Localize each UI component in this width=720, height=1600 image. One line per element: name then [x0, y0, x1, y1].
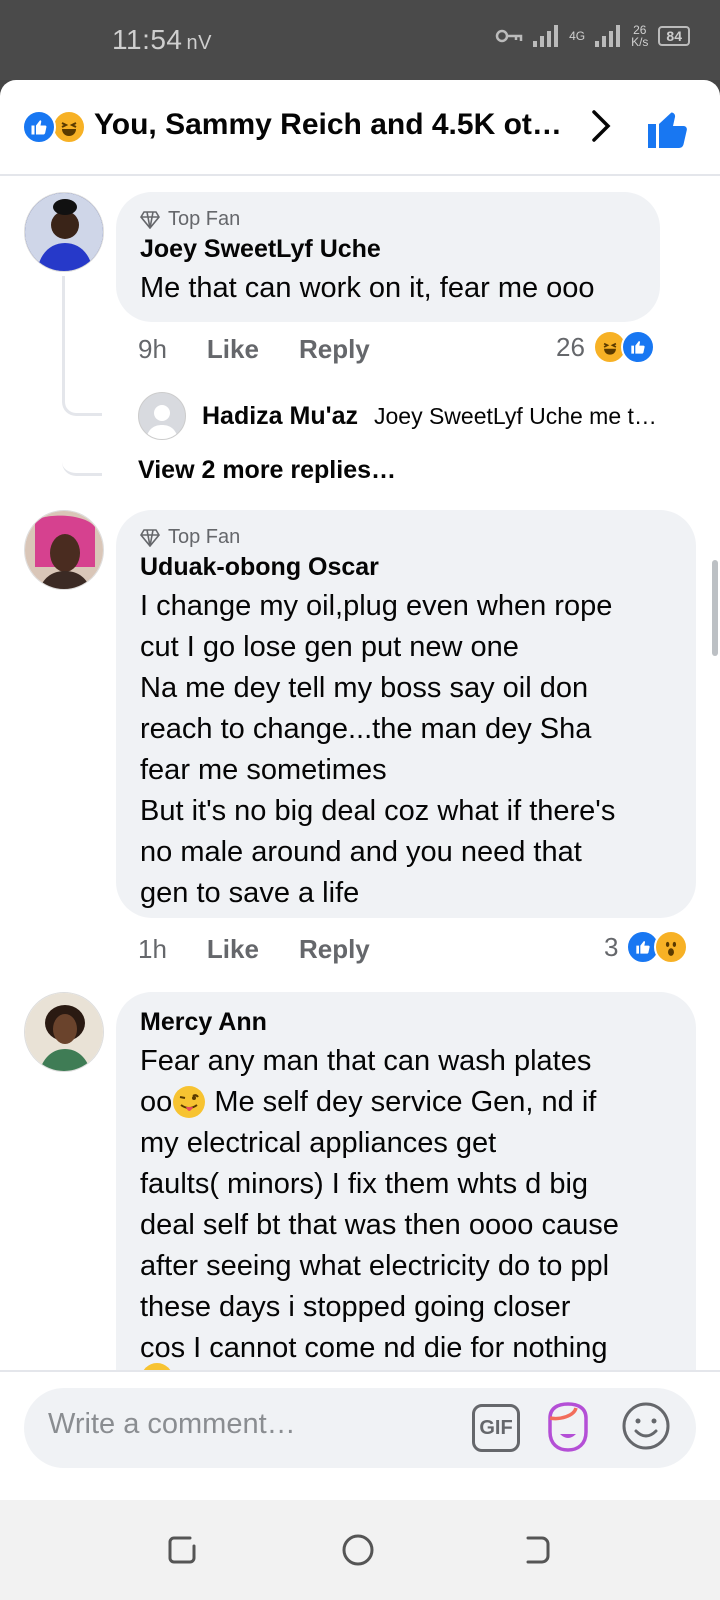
thread-line — [62, 378, 102, 476]
like-button-icon[interactable] — [644, 104, 692, 152]
comment-list: Top Fan Joey SweetLyf Uche Me that can w… — [0, 178, 720, 1378]
like-action[interactable]: Like — [207, 934, 259, 965]
default-avatar-icon — [138, 392, 186, 440]
reply-action[interactable]: Reply — [299, 934, 370, 965]
emoji-icon[interactable] — [620, 1400, 672, 1452]
comment-bubble[interactable]: Top Fan Uduak-obong Oscar I change my oi… — [116, 510, 696, 918]
avatar[interactable] — [24, 192, 104, 272]
comment-input[interactable]: Write a comment… — [48, 1408, 296, 1441]
comment-author[interactable]: Uduak-obong Oscar — [140, 553, 672, 582]
like-action[interactable]: Like — [207, 334, 259, 365]
comment-text: Me that can work on it, fear me ooo — [140, 272, 595, 304]
avatar[interactable] — [24, 992, 104, 1072]
battery-level: 84 — [658, 26, 690, 46]
like-reaction-icon — [22, 110, 56, 144]
back-icon[interactable] — [518, 1532, 554, 1568]
comments-sheet: You, Sammy Reich and 4.5K ot… Top Fan Jo… — [0, 80, 720, 1500]
reactions-header[interactable]: You, Sammy Reich and 4.5K ot… — [0, 80, 720, 176]
network-type: 4G — [569, 29, 586, 43]
chevron-right-icon[interactable] — [580, 106, 620, 146]
comment-bubble[interactable]: Mercy Ann Fear any man that can wash pla… — [116, 992, 696, 1378]
comment-composer-bar: Write a comment… GIF — [0, 1370, 720, 1500]
view-more-replies[interactable]: View 2 more replies… — [138, 456, 396, 485]
reaction-count[interactable]: 26 — [556, 330, 655, 364]
status-icons: 4G 26 K/s 84 — [495, 24, 690, 48]
reply-preview[interactable]: Hadiza Mu'az Joey SweetLyf Uche me t… — [138, 392, 684, 440]
comment-time: 1h — [138, 934, 167, 964]
winking-tongue-emoji-icon — [173, 1086, 206, 1118]
top-fan-badge: Top Fan — [140, 526, 672, 549]
status-bar: 11:54 nV 4G 26 K/s 84 — [0, 0, 720, 80]
like-reaction-icon — [620, 330, 655, 364]
diamond-icon — [140, 210, 160, 229]
comment-composer[interactable]: Write a comment… GIF — [24, 1388, 696, 1468]
top-fan-badge: Top Fan — [140, 208, 636, 231]
diamond-icon — [140, 528, 160, 547]
reactions-summary[interactable]: You, Sammy Reich and 4.5K ot… — [94, 108, 564, 142]
comment-actions: 1h Like Reply — [138, 934, 370, 965]
reply-action[interactable]: Reply — [299, 334, 370, 365]
signal-icon-2 — [595, 25, 621, 47]
comment-author[interactable]: Mercy Ann — [140, 1008, 672, 1037]
wow-reaction-icon — [654, 930, 689, 964]
reply-author[interactable]: Hadiza Mu'az — [202, 402, 358, 431]
avatar[interactable] — [24, 510, 104, 590]
gif-button[interactable]: GIF — [472, 1404, 520, 1452]
comment-text: Fear any man that can wash plates oo Me … — [140, 1045, 619, 1364]
system-nav-bar — [0, 1500, 720, 1600]
comment-author[interactable]: Joey SweetLyf Uche — [140, 235, 636, 264]
home-icon[interactable] — [340, 1532, 376, 1568]
reaction-icons — [22, 110, 88, 144]
scrollbar[interactable] — [712, 560, 718, 656]
reaction-count[interactable]: 3 — [604, 930, 689, 964]
comment-bubble[interactable]: Top Fan Joey SweetLyf Uche Me that can w… — [116, 192, 660, 322]
comment-text: I change my oil,plug even when rope cut … — [140, 590, 616, 909]
recent-apps-icon[interactable] — [164, 1532, 200, 1568]
network-speed: 26 K/s — [631, 23, 649, 49]
comment-time: 9h — [138, 334, 167, 364]
signal-icon — [533, 25, 559, 47]
haha-reaction-icon — [52, 110, 86, 144]
reply-text: Joey SweetLyf Uche me t… — [373, 402, 657, 429]
status-time: 11:54 nV — [112, 24, 212, 55]
comment-actions: 9h Like Reply — [138, 334, 370, 365]
avatar-sticker-icon[interactable] — [542, 1400, 594, 1456]
vpn-key-icon — [495, 29, 523, 43]
